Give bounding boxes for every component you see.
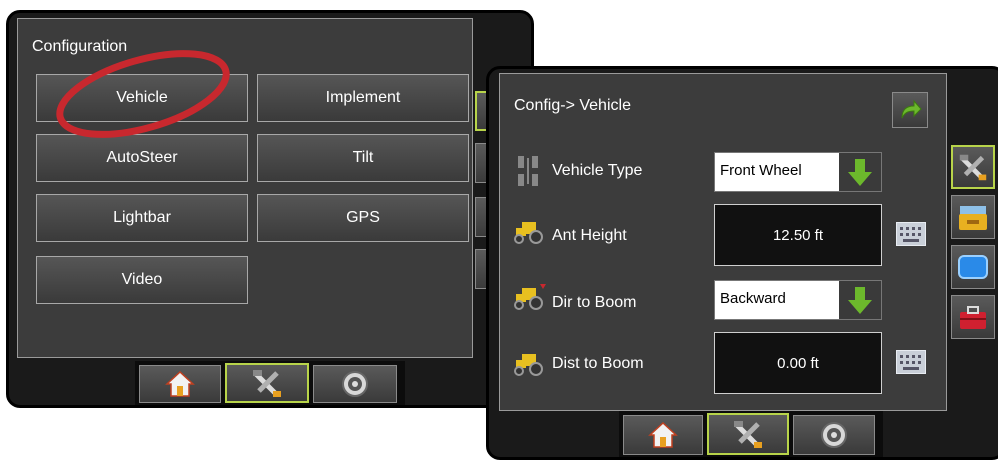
vehicle-config-panel: Config-> Vehicle Vehicle Type Front Whee…: [499, 73, 947, 411]
home-icon: [648, 421, 678, 448]
dist-to-boom-value: 0.00 ft: [777, 355, 819, 372]
dropdown-arrow[interactable]: [839, 153, 881, 191]
bottom-nav-bar: [135, 361, 405, 405]
gauge-button[interactable]: [793, 415, 875, 455]
gps-button[interactable]: GPS: [257, 194, 469, 242]
vehicle-type-value: Front Wheel: [720, 162, 802, 179]
video-button[interactable]: Video: [36, 256, 248, 304]
display-icon: [958, 255, 988, 279]
tools-icon: [959, 154, 987, 181]
vehicle-type-dropdown[interactable]: Front Wheel: [714, 152, 882, 192]
keyboard-icon[interactable]: [896, 222, 926, 246]
tilt-button[interactable]: Tilt: [257, 134, 469, 182]
data-folder-icon: [959, 206, 987, 230]
ant-height-label: Ant Height: [552, 227, 627, 244]
side-tab-tools[interactable]: [951, 145, 995, 189]
keyboard-icon[interactable]: [896, 350, 926, 374]
highlight-circle: [56, 50, 230, 138]
dist-to-boom-field[interactable]: 0.00 ft: [714, 332, 882, 394]
tractor-direction-icon: [514, 284, 546, 310]
gauge-button[interactable]: [313, 365, 397, 403]
tools-icon: [734, 421, 762, 448]
side-tab-toolbox[interactable]: [951, 295, 995, 339]
home-button[interactable]: [139, 365, 221, 403]
back-button[interactable]: [892, 92, 928, 128]
vehicle-config-screen: Config-> Vehicle Vehicle Type Front Whee…: [486, 66, 998, 460]
tools-button[interactable]: [707, 413, 789, 455]
chevron-down-icon: [848, 159, 872, 186]
configuration-screen: Configuration Vehicle Implement AutoStee…: [6, 10, 534, 408]
dir-to-boom-label: Dir to Boom: [552, 294, 637, 311]
dropdown-arrow[interactable]: [839, 281, 881, 319]
tools-button[interactable]: [225, 363, 309, 403]
tractor-icon: [514, 222, 543, 244]
ant-height-field[interactable]: 12.50 ft: [714, 204, 882, 266]
lightbar-button[interactable]: Lightbar: [36, 194, 248, 242]
return-arrow-icon: [901, 99, 922, 119]
configuration-panel: Configuration Vehicle Implement AutoStee…: [17, 18, 473, 358]
speedometer-icon: [342, 371, 368, 397]
bottom-nav-bar: [619, 411, 883, 457]
page-title: Config-> Vehicle: [514, 97, 631, 114]
implement-button[interactable]: Implement: [257, 74, 469, 122]
ant-height-value: 12.50 ft: [772, 227, 824, 244]
dist-to-boom-label: Dist to Boom: [552, 355, 644, 372]
home-icon: [165, 370, 195, 397]
tools-icon: [253, 370, 281, 397]
home-button[interactable]: [623, 415, 703, 455]
vehicle-type-label: Vehicle Type: [552, 162, 643, 179]
steering-axle-icon: [518, 156, 538, 186]
side-tab-display[interactable]: [951, 245, 995, 289]
dir-to-boom-value: Backward: [720, 290, 786, 307]
speedometer-icon: [821, 422, 847, 448]
chevron-down-icon: [848, 287, 872, 314]
tractor-distance-icon: [514, 354, 543, 376]
side-tab-data[interactable]: [951, 195, 995, 239]
toolbox-icon: [960, 306, 986, 329]
dir-to-boom-dropdown[interactable]: Backward: [714, 280, 882, 320]
